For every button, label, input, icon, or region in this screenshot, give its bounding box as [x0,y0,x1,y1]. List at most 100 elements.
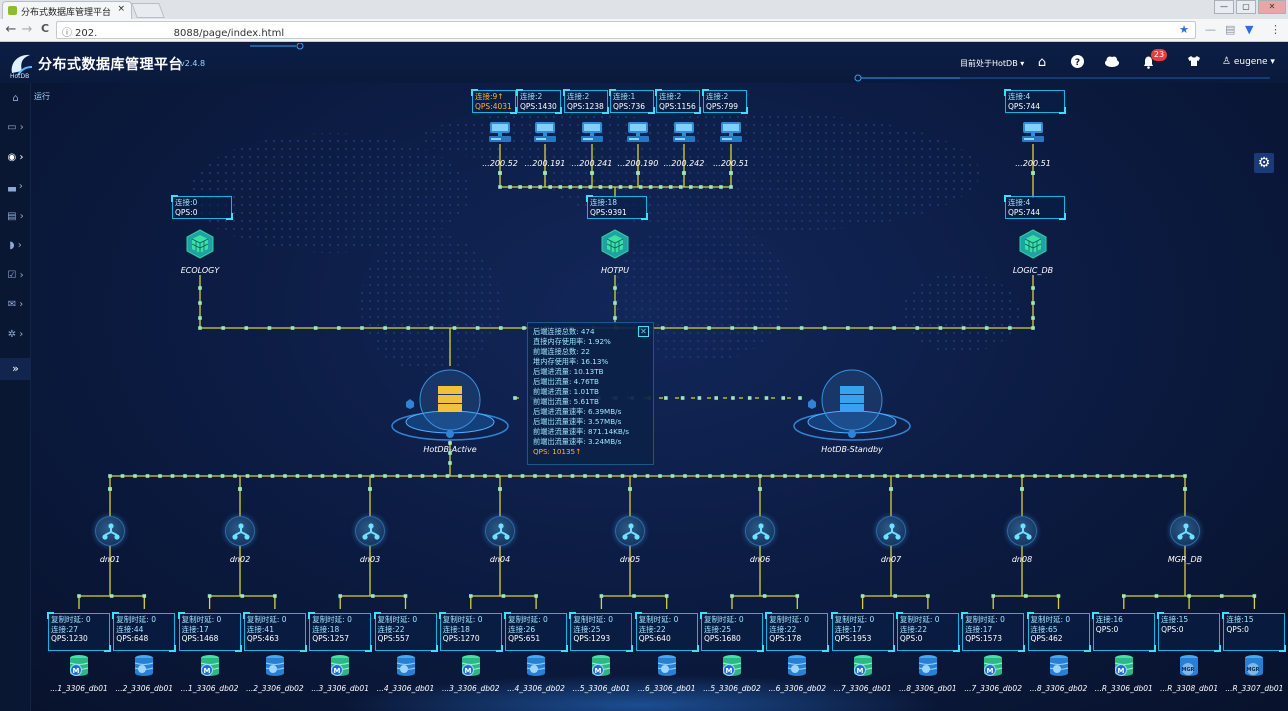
datasource-stat-box[interactable]: 复制时延: 0 连接:18 QPS:1257 [308,612,373,652]
bookmark-star-icon[interactable]: ★ [1179,23,1189,36]
datasource-db-icon[interactable]: M [720,654,742,676]
datasource-stat-box[interactable]: 复制时延: 0 连接:22 QPS:640 [634,612,699,652]
datasource-db-icon[interactable]: M [328,654,350,676]
server-icon[interactable] [719,121,742,143]
cloud-icon[interactable] [1103,55,1121,71]
shirt-icon[interactable] [1185,55,1203,71]
help-icon[interactable]: ? [1068,55,1086,72]
datasource-db-icon[interactable]: M [589,654,611,676]
datasource-db-icon[interactable]: M [67,654,89,676]
settings-gear-button[interactable]: ⚙ [1254,153,1274,173]
server-icon[interactable] [672,121,695,143]
back-button[interactable]: ← [4,22,18,37]
logic-db-stat-box[interactable]: 连接:4 QPS:744 [1004,195,1066,220]
sidebar-item-check[interactable]: ☑ › [0,264,31,288]
datasource-db-icon[interactable] [263,654,285,676]
sidebar-expand-button[interactable]: » [0,358,31,380]
datanode-icon[interactable] [1170,516,1200,546]
server-icon[interactable] [533,121,556,143]
app-server-stat-box[interactable]: 连接:9↑ QPS:4031 [471,89,517,114]
datasource-stat-box[interactable]: 复制时延: 0 连接:27 QPS:1230 [47,612,111,652]
current-instance-dropdown[interactable]: 目前处于HotDB ▾ [960,58,1024,69]
server-icon[interactable] [626,121,649,143]
sidebar-item-eye[interactable]: ◉ › [0,146,31,170]
datasource-stat-box[interactable]: 复制时延: 0 连接:26 QPS:651 [504,612,569,652]
datanode-icon[interactable] [615,516,645,546]
datasource-stat-box[interactable]: 连接:16 QPS:0 [1091,612,1156,652]
datasource-db-icon[interactable] [1047,654,1069,676]
sidebar-item-chart[interactable]: ▃ › [0,175,31,199]
browser-tab[interactable]: 分布式数据库管理平台 × [2,1,132,19]
datanode-icon[interactable] [355,516,385,546]
logic-db-cube-icon[interactable] [185,229,215,259]
datasource-stat-box[interactable]: 复制时延: 0 连接:18 QPS:1270 [438,612,503,652]
panel-close-icon[interactable]: ✕ [638,326,649,337]
logic-db-stat-box[interactable]: 连接:0 QPS:0 [171,195,233,220]
maximize-button[interactable]: ▢ [1236,0,1256,14]
datanode-icon[interactable] [95,516,125,546]
datasource-db-icon[interactable]: M [459,654,481,676]
datasource-stat-box[interactable]: 复制时延: 0 连接:22 QPS:0 [895,612,960,652]
info-icon[interactable]: ⓘ [62,24,72,39]
datasource-db-icon[interactable] [132,654,154,676]
datasource-db-icon[interactable] [655,654,677,676]
logic-db-stat-box[interactable]: 连接:18 QPS:9391 [586,195,648,220]
minimize-button[interactable]: — [1214,0,1234,14]
datanode-icon[interactable] [745,516,775,546]
datasource-stat-box[interactable]: 连接:15 QPS:0 [1157,612,1222,652]
datasource-stat-box[interactable]: 复制时延: 0 连接:17 QPS:1953 [830,612,895,652]
datanode-icon[interactable] [1007,516,1037,546]
server-icon[interactable] [580,121,603,143]
datasource-stat-box[interactable]: 复制时延: 0 连接:25 QPS:1293 [569,612,634,652]
datasource-stat-box[interactable]: 连接:15 QPS:0 [1222,612,1287,652]
forward-button[interactable]: → [20,22,34,37]
sidebar-item-monitor[interactable]: ▭ › [0,116,31,140]
reload-button[interactable]: C [38,22,52,35]
hotdb-standby-node[interactable] [790,364,914,444]
sidebar-item-mail[interactable]: ✉ › [0,293,31,317]
sidebar-item-gear[interactable]: ✲ › [0,323,31,347]
tab-close-icon[interactable]: × [117,4,125,14]
server-icon[interactable] [488,121,511,143]
logic-db-cube-icon[interactable] [600,229,630,259]
extension-icon-1[interactable]: — [1205,23,1216,36]
datanode-icon[interactable] [225,516,255,546]
datasource-db-icon[interactable]: M [1112,654,1134,676]
new-tab-button[interactable] [131,3,165,18]
datasource-stat-box[interactable]: 复制时延: 0 连接:41 QPS:463 [242,612,307,652]
datasource-stat-box[interactable]: 复制时延: 0 连接:17 QPS:1573 [961,612,1026,652]
home-icon[interactable]: ⌂ [1033,55,1051,70]
datasource-db-icon[interactable] [524,654,546,676]
datasource-db-icon[interactable]: M [981,654,1003,676]
window-close-button[interactable]: ✕ [1258,0,1286,14]
sidebar-item-database[interactable]: ▤ › [0,205,31,229]
app-server-stat-box[interactable]: 连接:1 QPS:736 [609,89,655,114]
datasource-db-icon[interactable]: M [851,654,873,676]
extension-icon-3[interactable]: ▼ [1245,23,1253,36]
right-server-stat-box[interactable]: 连接:4 QPS:744 [1004,89,1066,114]
app-server-stat-box[interactable]: 连接:2 QPS:799 [702,89,748,114]
datasource-db-icon[interactable] [916,654,938,676]
datasource-db-icon[interactable] [785,654,807,676]
app-server-stat-box[interactable]: 连接:2 QPS:1430 [516,89,562,114]
user-menu[interactable]: ♙ eugene ▾ [1222,56,1275,67]
datasource-stat-box[interactable]: 复制时延: 0 连接:22 QPS:557 [373,612,438,652]
app-server-stat-box[interactable]: 连接:2 QPS:1156 [655,89,701,114]
datanode-icon[interactable] [876,516,906,546]
datanode-icon[interactable] [485,516,515,546]
url-input[interactable]: ⓘ 202. 8088/page/index.html ★ [56,21,1196,39]
browser-menu-icon[interactable]: ⋮ [1270,23,1281,36]
datasource-stat-box[interactable]: 复制时延: 0 连接:25 QPS:1680 [700,612,764,652]
datasource-db-icon[interactable]: MGR [1242,654,1264,676]
sidebar-item-home[interactable]: ⌂ [0,87,31,111]
server-icon[interactable] [1021,121,1044,143]
datasource-stat-box[interactable]: 复制时延: 0 连接:44 QPS:648 [112,612,177,652]
datasource-db-icon[interactable]: M [198,654,220,676]
datasource-stat-box[interactable]: 复制时延: 0 连接:65 QPS:462 [1026,612,1091,652]
logic-db-cube-icon[interactable] [1018,229,1048,259]
extension-icon-2[interactable]: ▤ [1225,23,1235,36]
datasource-db-icon[interactable] [394,654,416,676]
app-server-stat-box[interactable]: 连接:2 QPS:1238 [563,89,609,114]
datasource-db-icon[interactable]: MGR [1177,654,1199,676]
hotdb-active-node[interactable] [388,364,512,444]
